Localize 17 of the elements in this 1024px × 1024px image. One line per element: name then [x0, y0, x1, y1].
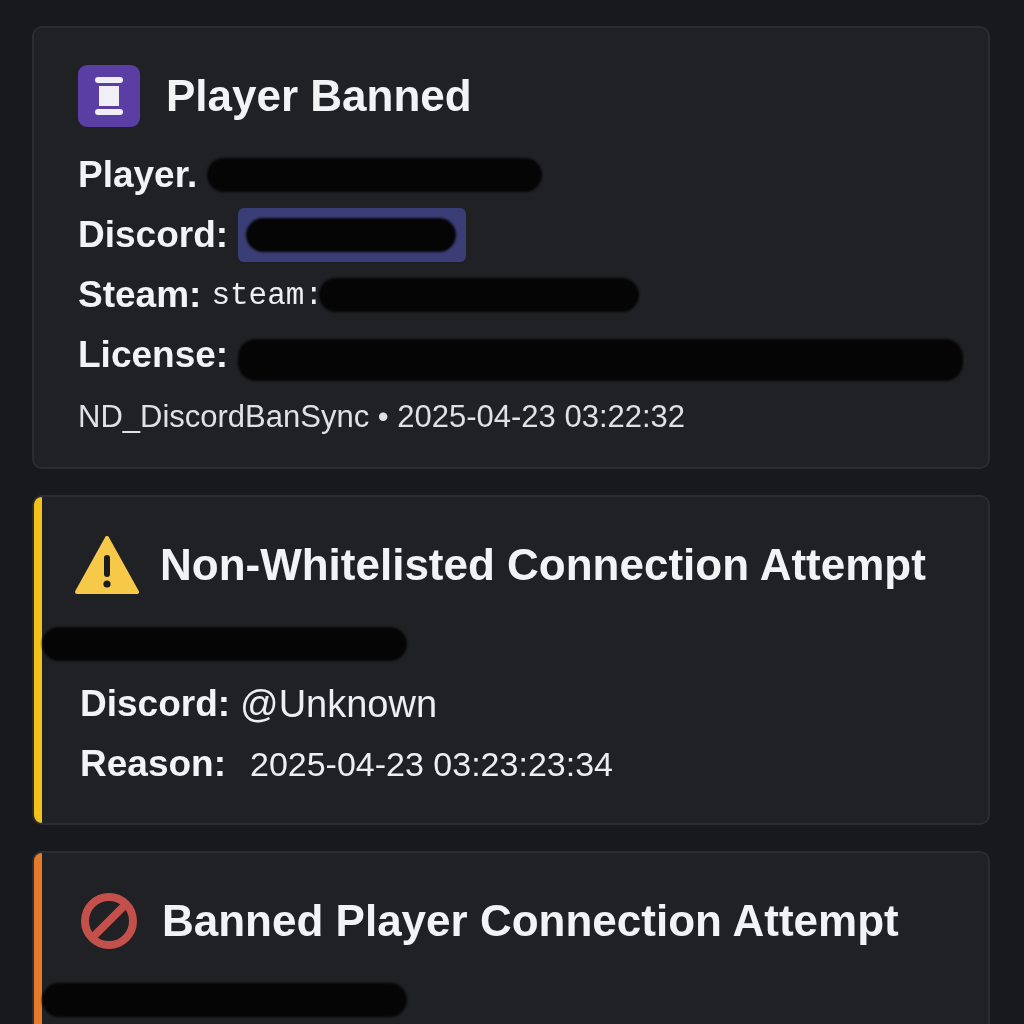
embed-footer: ND_DiscordBanSync • 2025-04-23 03:22:32 [78, 397, 958, 437]
embed-title: Player Banned [166, 71, 472, 121]
prohibited-icon [80, 892, 138, 950]
field-label: Steam: [78, 274, 202, 316]
field-value: 2025-04-23 03:23:23:34 [250, 744, 613, 784]
field-label: Discord: [78, 214, 229, 256]
field-label: Reason: [80, 743, 226, 785]
embed-title: Banned Player Connection Attempt [162, 896, 899, 946]
warning-icon [75, 536, 139, 594]
field-label: Discord: [80, 683, 231, 725]
field-label: License: [78, 334, 229, 376]
field-label: Player. [78, 154, 198, 196]
user-mention[interactable] [238, 208, 467, 262]
scroll-icon [78, 65, 140, 127]
field-value: @Unknown [240, 682, 438, 726]
code-value: steam: [211, 277, 323, 313]
embed-title: Non-Whitelisted Connection Attempt [160, 540, 926, 590]
